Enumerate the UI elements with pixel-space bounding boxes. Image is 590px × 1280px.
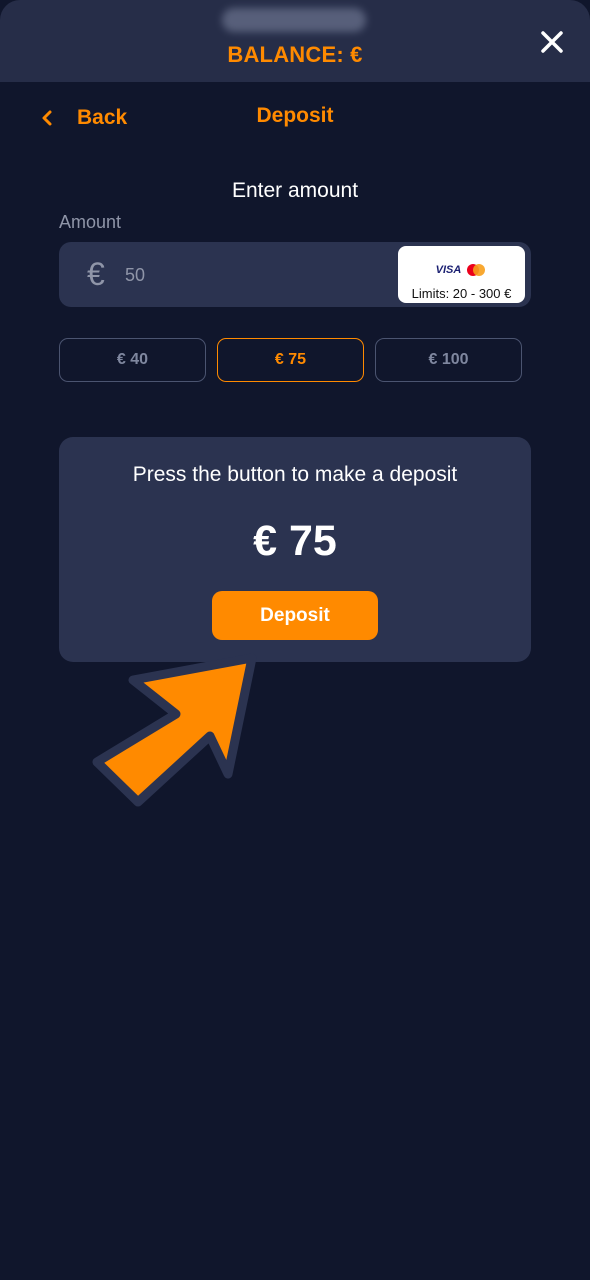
deposit-screen: BALANCE: € Back Deposit Enter amount Amo… xyxy=(0,0,590,1280)
confirm-amount: € 75 xyxy=(253,517,337,565)
deposit-confirm-card: Press the button to make a deposit € 75 … xyxy=(59,437,531,662)
deposit-button[interactable]: Deposit xyxy=(212,591,378,640)
confirm-instruction: Press the button to make a deposit xyxy=(132,463,458,486)
back-label: Back xyxy=(77,106,128,129)
preset-amount-75[interactable]: € 75 xyxy=(217,338,364,382)
page-title: Deposit xyxy=(256,104,334,127)
currency-symbol: € xyxy=(87,256,105,292)
balance-label: BALANCE: € xyxy=(227,42,363,67)
amount-input[interactable] xyxy=(125,260,325,290)
preset-amount-100[interactable]: € 100 xyxy=(375,338,522,382)
visa-logo: VISA xyxy=(435,264,462,276)
close-button[interactable] xyxy=(536,26,568,58)
card-logos: VISA xyxy=(398,262,525,278)
chevron-left-icon xyxy=(42,110,52,126)
payment-limits-card: VISA Limits: 20 - 300 € xyxy=(398,246,525,303)
back-button[interactable]: Back xyxy=(38,104,127,132)
amount-label: Amount xyxy=(59,212,122,232)
blurred-username xyxy=(222,8,366,32)
mastercard-icon xyxy=(467,264,486,276)
limits-text: Limits: 20 - 300 € xyxy=(411,286,512,301)
header-bar: BALANCE: € xyxy=(0,0,590,82)
close-icon xyxy=(541,31,563,53)
preset-amount-40[interactable]: € 40 xyxy=(59,338,206,382)
enter-amount-heading: Enter amount xyxy=(231,179,359,202)
amount-field: € VISA Limits: 20 - 300 € xyxy=(59,242,531,307)
